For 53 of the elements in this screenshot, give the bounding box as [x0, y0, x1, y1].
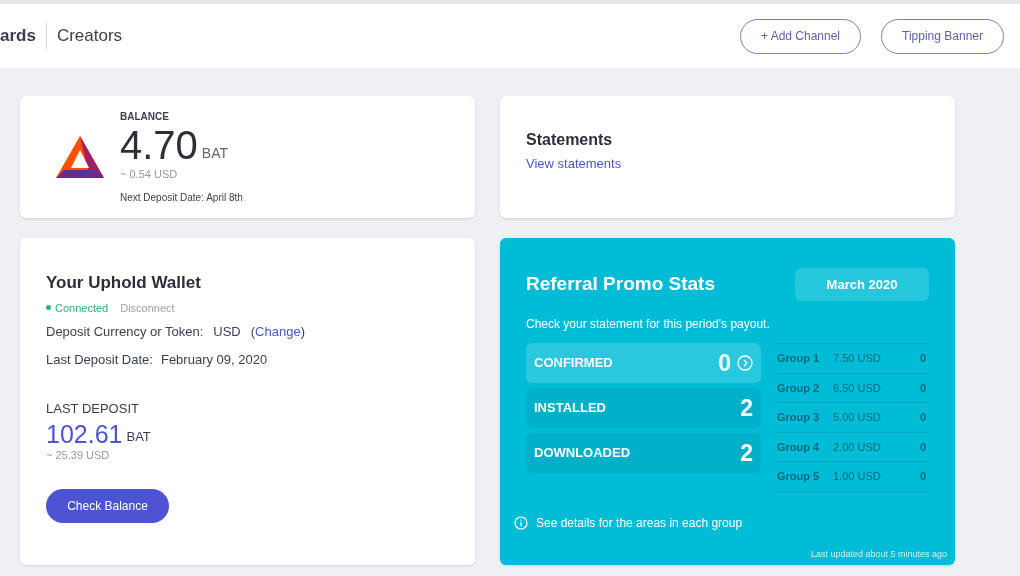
- change-link[interactable]: Change: [255, 322, 301, 342]
- stat-label: CONFIRMED: [534, 354, 613, 373]
- balance-usd: ~ 0.54 USD: [120, 166, 179, 182]
- paren-text: (: [250, 323, 256, 341]
- group-amount: 6.50 USD: [833, 380, 882, 396]
- group-amount: 1.00 USD: [833, 469, 882, 484]
- group-name: Group 3: [777, 410, 821, 425]
- statements-title: Statements: [526, 130, 614, 150]
- view-statements-link[interactable]: View statements: [526, 154, 622, 174]
- next-deposit-text: Next Deposit Date: April 8th: [120, 191, 243, 206]
- header-button[interactable]: Tipping Banner: [881, 18, 1004, 54]
- group-name: Group 4: [777, 439, 821, 455]
- stat-label: INSTALLED: [534, 399, 606, 418]
- paren-text: ): [300, 323, 305, 341]
- last-deposit-amount: 102.61: [46, 420, 123, 447]
- balance-amount: 4.70: [120, 123, 198, 166]
- last-date-label: Last Deposit Date:: [46, 350, 153, 369]
- referral-title: Referral Promo Stats: [526, 272, 715, 297]
- header-button[interactable]: + Add Channel: [739, 18, 862, 54]
- group-name: Group 5: [777, 469, 821, 484]
- currency-label: Deposit Currency or Token:: [46, 323, 204, 341]
- last-date-value: February 09, 2020: [160, 350, 268, 369]
- stat-value: 2: [740, 438, 753, 468]
- group-amount: 5.00 USD: [833, 410, 882, 425]
- last-deposit-unit: BAT: [126, 428, 151, 446]
- group-count: 0: [919, 351, 926, 366]
- group-name: Group 1: [777, 351, 821, 366]
- info-icon: [514, 515, 528, 530]
- group-count: 0: [919, 469, 926, 484]
- referral-subtitle: Check your statement for this period's payout.: [526, 316, 771, 333]
- last-deposit-usd: ~ 25.39 USD: [46, 447, 111, 463]
- group-count: 0: [919, 380, 926, 396]
- group-name: Group 2: [777, 380, 821, 396]
- group-amount: 7.50 USD: [833, 351, 882, 366]
- details-text: See details for the areas in each group: [536, 514, 743, 532]
- group-count: 0: [919, 410, 926, 425]
- stat-value: 2: [740, 393, 753, 423]
- stat-value: 0: [718, 348, 731, 378]
- balance-unit: BAT: [201, 143, 229, 163]
- last-updated-text: Last updated about 5 minutes ago: [810, 547, 947, 561]
- brand-title: ards: [0, 23, 47, 49]
- check-balance-button[interactable]: Check Balance: [46, 489, 169, 523]
- last-deposit-label: LAST DEPOSIT: [46, 400, 140, 418]
- balance-label: BALANCE: [120, 109, 170, 124]
- group-amount: 2.00 USD: [833, 439, 882, 455]
- currency-value: USD: [213, 323, 241, 341]
- section-title: Creators: [55, 25, 123, 48]
- stat-label: DOWNLOADED: [534, 444, 631, 463]
- chevron-circle-icon: [737, 355, 753, 371]
- group-count: 0: [919, 439, 926, 455]
- triangle-logo-icon: [56, 136, 104, 178]
- status-text: Connected: [55, 300, 109, 316]
- wallet-title: Your Uphold Wallet: [46, 272, 202, 294]
